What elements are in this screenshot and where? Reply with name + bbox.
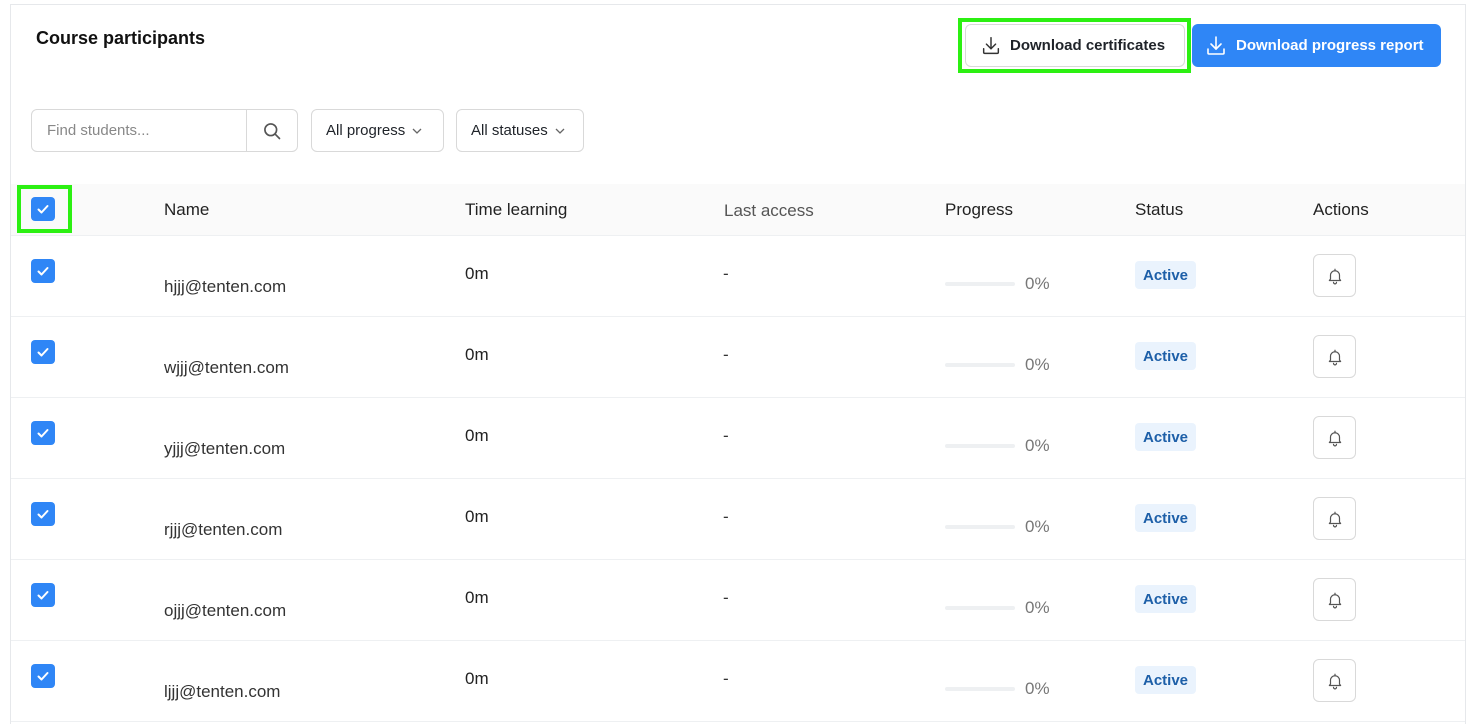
row-checkbox[interactable] [31,259,55,283]
progress-bar [945,282,1015,286]
row-checkbox[interactable] [31,340,55,364]
column-header-name: Name [164,200,210,219]
progress-bar [945,363,1015,367]
time-learning-value: 0m [465,669,489,688]
progress-percent: 0% [1025,598,1050,617]
progress-percent: 0% [1025,517,1050,536]
progress-percent: 0% [1025,355,1050,374]
student-email: wjjj@tenten.com [164,358,289,377]
progress-bar [945,606,1015,610]
column-header-actions: Actions [1313,200,1369,219]
progress-percent: 0% [1025,436,1050,455]
notify-button[interactable] [1313,335,1356,378]
status-badge: Active [1135,423,1197,451]
table-row: hjjj@tenten.com 0m - 0% Active [11,235,1465,317]
check-icon [37,267,49,276]
status-badge: Active [1135,585,1197,613]
check-icon [37,672,49,681]
table-row: ojjj@tenten.com 0m - 0% Active [11,559,1465,641]
student-email: ojjj@tenten.com [164,601,287,620]
select-all-checkbox[interactable] [31,197,55,221]
progress-filter-select[interactable]: All progress [311,109,444,152]
table-header: Name Time learning Last access Progress … [11,184,1465,236]
bell-icon [1328,673,1341,689]
row-checkbox[interactable] [31,664,55,688]
download-certificates-button[interactable]: Download certificates [965,24,1185,67]
search-icon [264,122,281,139]
download-progress-report-label: Download progress report [1236,37,1424,54]
last-access-value: - [723,507,729,526]
chevron-down-icon [555,128,565,134]
download-icon [1207,35,1225,55]
time-learning-value: 0m [465,507,489,526]
notify-button[interactable] [1313,578,1356,621]
last-access-value: - [723,669,729,688]
check-icon [37,510,49,519]
column-header-time-learning: Time learning [465,200,568,219]
search-input[interactable] [32,110,246,151]
column-header-status: Status [1135,200,1184,219]
status-badge: Active [1135,261,1197,289]
notify-button[interactable] [1313,497,1356,540]
time-learning-value: 0m [465,345,489,364]
chevron-down-icon [412,128,422,134]
time-learning-value: 0m [465,588,489,607]
notify-button[interactable] [1313,254,1356,297]
search-button[interactable] [246,110,297,151]
check-icon [37,348,49,357]
status-badge: Active [1135,342,1197,370]
row-checkbox[interactable] [31,502,55,526]
bell-icon [1328,430,1341,446]
status-badge: Active [1135,666,1197,694]
last-access-value: - [723,264,729,283]
row-checkbox[interactable] [31,583,55,607]
progress-bar [945,687,1015,691]
student-email: ljjj@tenten.com [164,682,281,701]
column-header-last-access[interactable]: Last access [724,201,814,221]
last-access-value: - [723,588,729,607]
check-icon [37,429,49,438]
row-checkbox[interactable] [31,421,55,445]
column-header-progress: Progress [945,200,1014,219]
check-icon [37,205,49,214]
time-learning-value: 0m [465,426,489,445]
notify-button[interactable] [1313,416,1356,459]
table-row: rjjj@tenten.com 0m - 0% Active [11,478,1465,560]
download-certificates-label: Download certificates [1010,37,1166,54]
student-email: yjjj@tenten.com [164,439,286,458]
last-access-value: - [723,345,729,364]
progress-filter-value: All progress [326,122,406,139]
status-filter-value: All statuses [471,122,548,139]
time-learning-value: 0m [465,264,489,283]
download-progress-report-button[interactable]: Download progress report [1192,24,1441,67]
table-row: yjjj@tenten.com 0m - 0% Active [11,397,1465,479]
last-access-value: - [723,426,729,445]
progress-percent: 0% [1025,679,1050,698]
progress-bar [945,444,1015,448]
bell-icon [1328,349,1341,365]
notify-button[interactable] [1313,659,1356,702]
student-email: hjjj@tenten.com [164,277,287,296]
page-title: Course participants [36,28,206,48]
download-icon [982,36,1000,54]
progress-bar [945,525,1015,529]
bell-icon [1328,592,1341,608]
status-badge: Active [1135,504,1197,532]
student-email: rjjj@tenten.com [164,520,283,539]
bell-icon [1328,268,1341,284]
check-icon [37,591,49,600]
bell-icon [1328,511,1341,527]
table-row: ljjj@tenten.com 0m - 0% Active [11,640,1465,722]
search-box [31,109,298,152]
table-row: wjjj@tenten.com 0m - 0% Active [11,316,1465,398]
progress-percent: 0% [1025,274,1050,293]
status-filter-select[interactable]: All statuses [456,109,584,152]
